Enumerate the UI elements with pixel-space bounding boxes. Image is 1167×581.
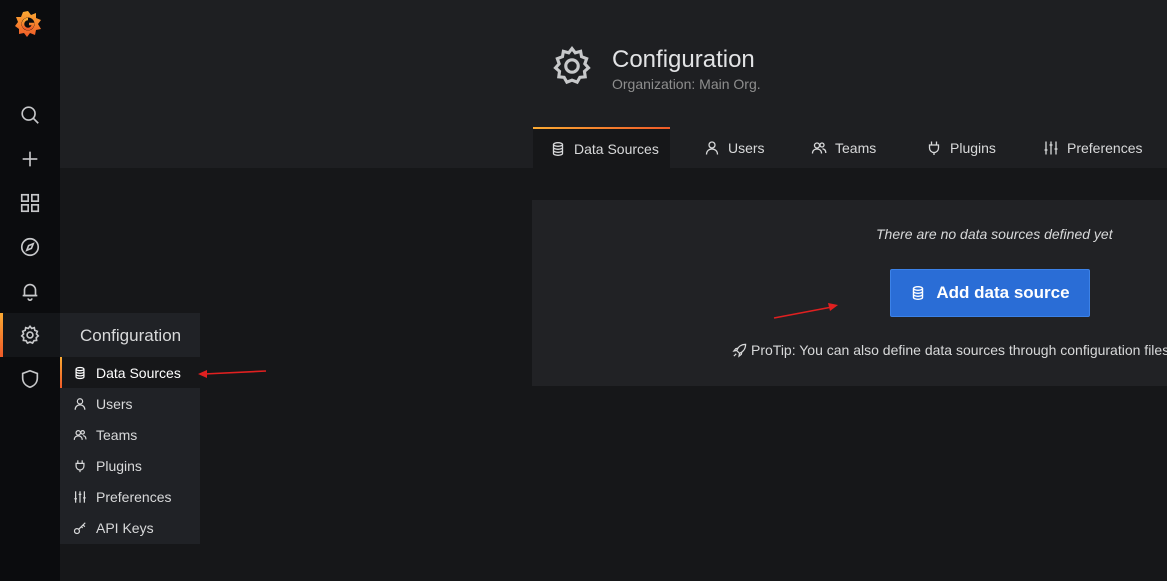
nav-search[interactable] — [0, 93, 60, 137]
key-icon — [73, 521, 86, 534]
user-icon — [74, 397, 86, 410]
page-subtitle: Organization: Main Org. — [612, 76, 761, 92]
search-icon — [21, 106, 39, 124]
empty-state-message: There are no data sources defined yet — [876, 226, 1113, 242]
user-icon — [705, 140, 719, 155]
tab-data-sources[interactable]: Data Sources — [533, 127, 670, 168]
tab-label: Teams — [835, 139, 877, 156]
gear-icon — [20, 324, 40, 345]
sliders-icon — [74, 490, 86, 503]
menu-item-label: Users — [96, 395, 133, 412]
tab-plugins[interactable]: Plugins — [926, 127, 996, 168]
tab-label: Preferences — [1067, 139, 1143, 156]
configuration-menu-title[interactable]: Configuration — [80, 326, 181, 346]
gear-icon — [550, 44, 594, 88]
tab-teams[interactable]: Teams — [811, 127, 876, 168]
users-icon — [811, 141, 827, 154]
database-icon — [913, 286, 924, 301]
menu-item-data-sources[interactable]: Data Sources — [60, 357, 200, 388]
tab-preferences[interactable]: Preferences — [1043, 127, 1142, 168]
nav-server-admin[interactable] — [0, 357, 60, 401]
plus-icon — [22, 151, 38, 167]
rocket-icon — [732, 343, 747, 358]
shield-icon — [21, 369, 39, 389]
menu-item-users[interactable]: Users — [60, 388, 200, 419]
database-icon — [75, 366, 85, 379]
menu-item-label: API Keys — [96, 519, 154, 536]
users-icon — [73, 429, 87, 440]
compass-icon — [20, 237, 40, 257]
tab-users[interactable]: Users — [704, 127, 765, 168]
nav-create[interactable] — [0, 137, 60, 181]
dashboards-icon — [20, 193, 40, 213]
menu-item-plugins[interactable]: Plugins — [60, 450, 200, 481]
plug-icon — [928, 141, 940, 155]
add-button-label: Add data source — [936, 283, 1070, 302]
grafana-logo-icon[interactable] — [12, 8, 44, 42]
bell-icon — [22, 283, 38, 301]
annotation-arrow-icon — [773, 303, 838, 319]
menu-item-teams[interactable]: Teams — [60, 419, 200, 450]
tab-label: Plugins — [950, 139, 996, 156]
annotation-arrow-icon — [198, 370, 267, 378]
tab-label: Data Sources — [574, 140, 659, 157]
menu-item-label: Plugins — [96, 457, 142, 474]
nav-alerting[interactable] — [0, 269, 60, 313]
nav-explore[interactable] — [0, 225, 60, 269]
sliders-icon — [1044, 141, 1058, 154]
menu-item-preferences[interactable]: Preferences — [60, 481, 200, 512]
nav-dashboards[interactable] — [0, 181, 60, 225]
menu-item-api-keys[interactable]: API Keys — [60, 512, 200, 543]
page-title: Configuration — [612, 46, 755, 73]
nav-configuration[interactable] — [0, 313, 60, 357]
protip-text: ProTip: You can also define data sources… — [751, 342, 1167, 358]
menu-item-label: Teams — [96, 426, 138, 443]
protip: ProTip: You can also define data sources… — [732, 342, 1167, 358]
plug-icon — [75, 459, 85, 472]
database-icon — [552, 141, 564, 156]
menu-item-label: Preferences — [96, 488, 172, 505]
menu-item-label: Data Sources — [96, 364, 181, 381]
sidenav — [0, 0, 60, 581]
add-data-source-button[interactable]: Add data source — [890, 269, 1090, 317]
tab-label: Users — [728, 139, 765, 156]
